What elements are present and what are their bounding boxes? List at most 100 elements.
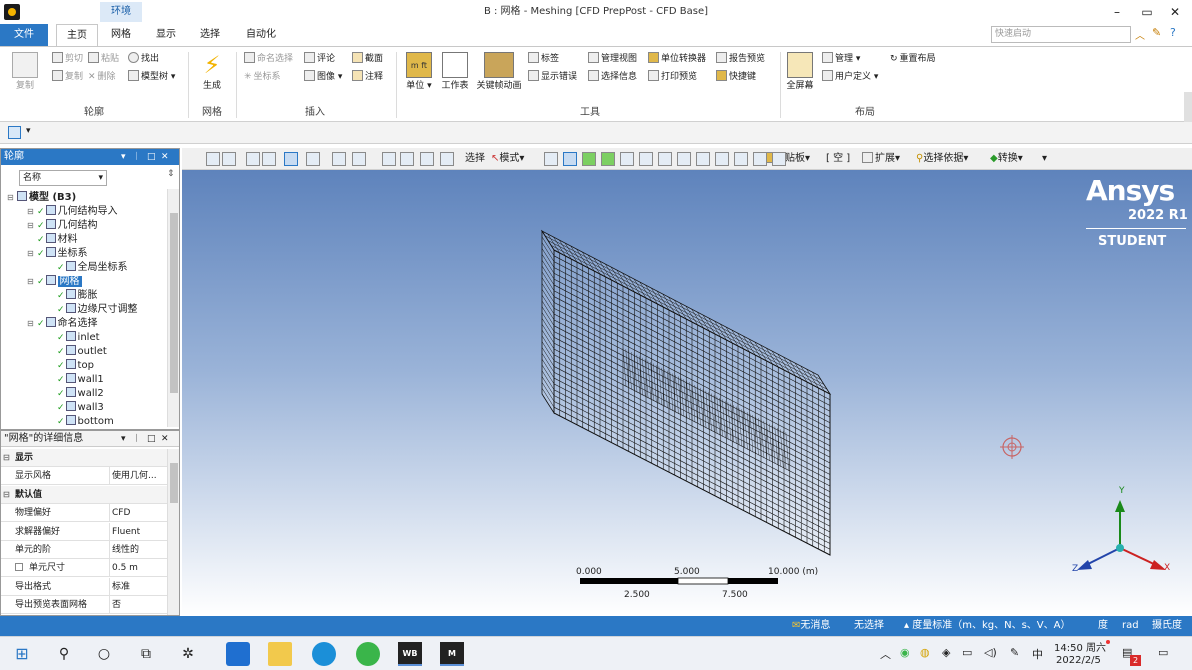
tray-app-icon[interactable]: ◈: [942, 646, 950, 659]
details-value[interactable]: Fluent: [109, 522, 167, 541]
user-defined-button[interactable]: 用户定义 ▾: [822, 70, 878, 84]
details-row[interactable]: 求解器偏好 Fluent: [1, 522, 167, 541]
task-view-icon[interactable]: ⧉: [134, 642, 158, 666]
empty-selection-button[interactable]: [ 空 ]: [826, 151, 850, 167]
mesh-face-icon[interactable]: [696, 152, 710, 166]
clock-date[interactable]: 2022/2/5: [1056, 655, 1101, 666]
feedback-icon[interactable]: ✎: [1152, 26, 1161, 39]
node-edge-icon[interactable]: [677, 152, 691, 166]
quick-launch-input[interactable]: 快速启动: [991, 26, 1131, 43]
details-value[interactable]: 0.5 m: [109, 559, 167, 578]
section-toggle-icon[interactable]: ⊟: [3, 486, 10, 504]
tray-expand-icon[interactable]: ︿: [880, 646, 891, 662]
float-icon[interactable]: □: [147, 149, 156, 165]
window-icon[interactable]: [306, 152, 320, 166]
minimize-button[interactable]: –: [1100, 0, 1134, 24]
edge-select-icon[interactable]: [563, 152, 577, 166]
manage-button[interactable]: 管理 ▾: [822, 52, 860, 66]
show-errors-button[interactable]: 显示错误: [528, 70, 577, 84]
tab-selection[interactable]: 选择: [189, 24, 231, 46]
windows-start-icon[interactable]: ⊞: [10, 642, 34, 666]
tree-item[interactable]: ✓ 边缘尺寸调整: [47, 303, 138, 317]
details-scrollbar[interactable]: [167, 449, 179, 615]
tree-item[interactable]: ✓ 全局坐标系: [47, 261, 128, 275]
keyframe-animation-button[interactable]: 关键帧动画: [472, 52, 526, 92]
details-row[interactable]: 显示风格 使用几何...: [1, 467, 167, 486]
tree-item[interactable]: ✓ 材料: [27, 233, 78, 247]
tree-expander-icon[interactable]: ⊟: [27, 317, 37, 330]
zoom-out-icon[interactable]: [222, 152, 236, 166]
shaded-icon[interactable]: [262, 152, 276, 166]
body-select-icon[interactable]: [601, 152, 615, 166]
convert-dropdown[interactable]: ◆转换▾: [990, 151, 1023, 167]
collapse-tree-icon[interactable]: ⇕: [167, 169, 175, 179]
tree-item[interactable]: ✓ outlet: [47, 345, 107, 359]
delete-button[interactable]: ✕ 删除: [88, 70, 116, 84]
cortana-icon[interactable]: ○: [92, 642, 116, 666]
tray-green-icon[interactable]: ◉: [900, 646, 910, 659]
zoom-extents-icon[interactable]: [440, 152, 454, 166]
details-section[interactable]: ⊟ 默认值: [1, 485, 167, 504]
panel-menu-icon[interactable]: ▾: [121, 149, 126, 165]
grid-icon[interactable]: [772, 152, 786, 166]
tab-display[interactable]: 显示: [145, 24, 187, 46]
panel-close-icon[interactable]: ✕: [161, 431, 169, 447]
units-button[interactable]: m ft 单位 ▾: [402, 52, 436, 92]
toolbar-overflow-icon[interactable]: ▾: [1042, 151, 1047, 167]
ime-indicator[interactable]: 中: [1032, 646, 1043, 662]
named-selection-button[interactable]: 命名选择: [244, 52, 293, 66]
graphics-viewport[interactable]: Ansys 2022 R1 STUDENT 0.000 5.000 10.000…: [182, 170, 1192, 616]
tree-item[interactable]: ✓ wall2: [47, 387, 104, 401]
rotate-icon[interactable]: [332, 152, 346, 166]
units-status[interactable]: ▴ 度量标准（m、kg、N、s、V、A）: [904, 616, 1070, 636]
tray-wechat-icon[interactable]: ◍: [920, 646, 930, 659]
tree-expander-icon[interactable]: ⊟: [27, 219, 37, 232]
details-value[interactable]: 线性的: [109, 541, 167, 559]
explode-icon[interactable]: [734, 152, 748, 166]
tree-expander-icon[interactable]: ⊟: [27, 275, 37, 288]
tab-home[interactable]: 主页: [56, 24, 98, 46]
find-button[interactable]: 找出: [128, 52, 159, 66]
element-icon[interactable]: [639, 152, 653, 166]
details-row[interactable]: 导出格式 标准: [1, 577, 167, 596]
tab-mesh[interactable]: 网格: [100, 24, 142, 46]
vertex-select-icon[interactable]: [544, 152, 558, 166]
fullscreen-button[interactable]: 全屏幕: [782, 52, 818, 92]
report-preview-button[interactable]: 报告预览: [716, 52, 765, 66]
tree-item[interactable]: ✓ inlet: [47, 331, 100, 345]
shortcuts-button[interactable]: 快捷键: [716, 70, 756, 84]
details-value[interactable]: 标准: [109, 577, 167, 596]
close-button[interactable]: ✕: [1158, 0, 1192, 24]
context-tab-environment[interactable]: 环境: [100, 2, 142, 22]
annotation-button[interactable]: 注释: [352, 70, 383, 84]
parameter-checkbox[interactable]: [15, 563, 23, 572]
workbench-taskbar-button[interactable]: WB: [398, 642, 422, 666]
unit-converter-button[interactable]: 单位转换器: [648, 52, 706, 66]
collapse-ribbon-icon[interactable]: ︿: [1135, 27, 1145, 42]
app-logo-icon[interactable]: [4, 4, 20, 20]
battery-icon[interactable]: ▭: [962, 646, 972, 659]
box-zoom-icon[interactable]: [400, 152, 414, 166]
help-icon[interactable]: ?: [1170, 26, 1176, 39]
section-button[interactable]: 截面: [352, 52, 383, 66]
copy-big-button[interactable]: 复制: [8, 52, 42, 92]
edge-icon[interactable]: [312, 642, 336, 666]
details-section[interactable]: ⊟ 显示: [1, 449, 167, 467]
label-icon[interactable]: [753, 152, 767, 166]
details-value[interactable]: 否: [109, 596, 167, 615]
file-explorer-icon[interactable]: [268, 642, 292, 666]
tree-item[interactable]: ⊟ ✓ 几何结构: [27, 219, 98, 233]
tree-item[interactable]: ⊟ ✓ 坐标系: [27, 247, 88, 261]
save-icon[interactable]: [8, 126, 21, 139]
tag-button[interactable]: 标签: [528, 52, 559, 66]
pin-icon[interactable]: ᛁ: [134, 431, 139, 447]
details-row[interactable]: 单元的阶 线性的: [1, 541, 167, 559]
mode-dropdown[interactable]: ↖模式▾: [491, 151, 524, 167]
name-filter-combo[interactable]: 名称 ▾: [19, 170, 107, 186]
coordinate-system-button[interactable]: ✳ 坐标系: [244, 70, 281, 84]
manage-views-button[interactable]: 管理视图: [588, 52, 637, 66]
iso-view-icon[interactable]: [246, 152, 260, 166]
tree-item[interactable]: ⊟ ✓ 网格: [27, 275, 82, 289]
face-select-icon[interactable]: [582, 152, 596, 166]
clock-time[interactable]: 14:50 周六: [1054, 639, 1106, 654]
